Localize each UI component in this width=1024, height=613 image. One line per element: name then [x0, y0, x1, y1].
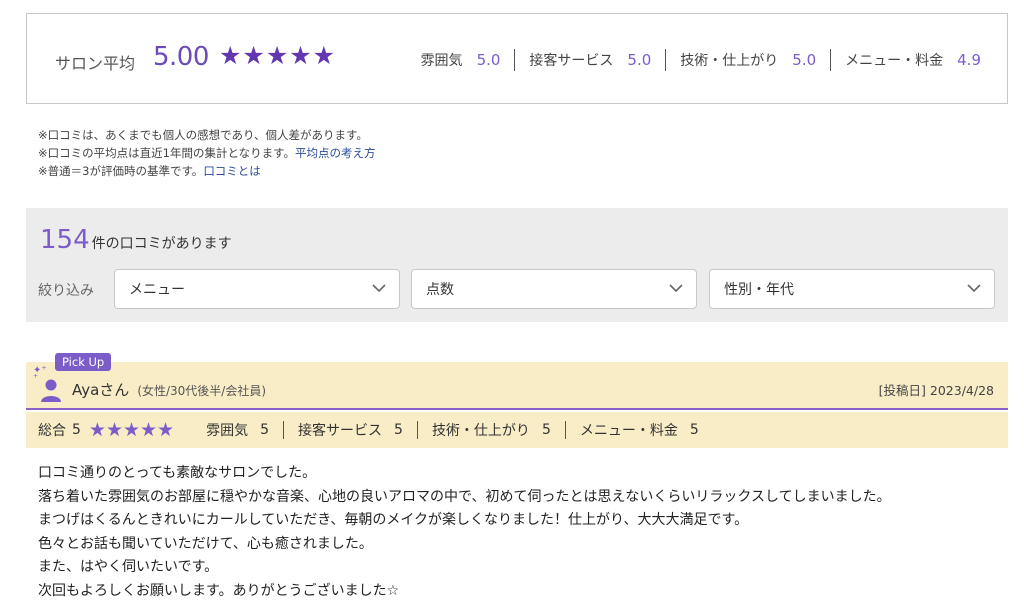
category-label: 接客サービス	[529, 53, 614, 69]
average-explanation-link[interactable]: 平均点の考え方	[295, 146, 376, 160]
category-technique: 技術・仕上がり 5.0	[680, 50, 816, 70]
select-value: メニュー	[129, 282, 185, 298]
rating-score: 5	[541, 422, 551, 438]
category-atmosphere: 雰囲気 5.0	[421, 50, 501, 70]
rating-score: 5	[394, 422, 403, 438]
divider	[283, 421, 285, 439]
menu-filter-select[interactable]: メニュー	[114, 269, 400, 309]
post-date: [投稿日] 2023/4/28	[878, 383, 994, 398]
rating-label: 接客サービス	[298, 423, 383, 439]
rating-score: 5	[689, 422, 699, 438]
score-filter-select[interactable]: 点数	[411, 269, 697, 309]
note-line-2: ※口コミの平均点は直近1年間の集計となります。平均点の考え方	[38, 144, 375, 162]
review-body: 口コミ通りのとっても素敵なサロンでした。 落ち着いた雰囲気のお部屋に穏やかな音楽…	[38, 462, 891, 603]
rating-label: 技術・仕上がり	[431, 423, 530, 439]
category-score: 4.9	[957, 51, 981, 69]
divider	[564, 421, 566, 439]
divider	[830, 49, 832, 71]
reviewer-name[interactable]: Ayaさん	[72, 381, 129, 399]
overall-stars: ★★★★★	[88, 419, 175, 441]
rating-technique: 技術・仕上がり 5	[432, 420, 551, 440]
gender-age-filter-select[interactable]: 性別・年代	[709, 269, 995, 309]
review-line: また、はやく伺いたいです。	[38, 559, 219, 575]
review-count-number: 154	[40, 225, 90, 255]
review-line: まつげはくるんときれいにカールしていただき、毎朝のメイクが楽しくなりました！仕上…	[38, 512, 749, 528]
user-avatar-icon	[41, 379, 61, 402]
review-line: 落ち着いた雰囲気のお部屋に穏やかな音楽、心地の良いアロマの中で、初めて伺ったとは…	[38, 488, 891, 505]
review-count-text: 件の口コミがあります	[91, 236, 232, 252]
review-filter-panel: 154 件の口コミがあります 絞り込み メニュー 点数 性別・年代	[26, 208, 1008, 322]
rating-label: メニュー・料金	[579, 423, 678, 439]
pickup-badge: Pick Up	[55, 353, 112, 371]
note-text: ※口コミの平均点は直近1年間の集計となります。	[38, 146, 295, 160]
salon-rating-summary: サロン平均 5.00 ★★★★★ 雰囲気 5.0 接客サービス 5.0 技術・仕…	[26, 13, 1008, 104]
category-service: 接客サービス 5.0	[529, 50, 651, 70]
select-value: 点数	[426, 282, 454, 298]
rating-label: 雰囲気	[206, 423, 249, 439]
select-value: 性別・年代	[724, 282, 794, 298]
average-label: サロン平均	[55, 54, 136, 73]
category-score: 5.0	[476, 51, 501, 69]
category-label: 技術・仕上がり	[680, 53, 779, 69]
filter-label: 絞り込み	[38, 283, 94, 299]
divider	[514, 49, 516, 71]
rating-score: 5	[260, 422, 270, 438]
chevron-down-icon	[372, 284, 386, 293]
chevron-down-icon	[967, 284, 981, 293]
rating-atmosphere: 雰囲気 5	[206, 420, 269, 440]
overall-score: 5	[72, 422, 81, 438]
reviewer-meta: (女性/30代後半/会社員)	[137, 384, 267, 398]
category-scores: 雰囲気 5.0 接客サービス 5.0 技術・仕上がり 5.0 メニュー・料金 4…	[421, 49, 981, 71]
divider	[416, 421, 418, 439]
review-notes: ※口コミは、あくまでも個人の感想であり、個人差があります。 ※口コミの平均点は直…	[38, 126, 375, 180]
category-score: 5.0	[792, 51, 817, 69]
review-count: 154 件の口コミがあります	[40, 225, 232, 255]
about-reviews-link[interactable]: 口コミとは	[203, 164, 261, 178]
note-line-3: ※普通＝3が評価時の基準です。口コミとは	[38, 162, 375, 180]
average-stars: ★★★★★	[219, 41, 337, 70]
review-ratings: 総合 5 ★★★★★ 雰囲気 5 接客サービス 5 技術・仕上がり 5 メニュー…	[26, 412, 1008, 448]
rating-service: 接客サービス 5	[298, 420, 403, 440]
category-menu-price: メニュー・料金 4.9	[845, 50, 981, 70]
category-label: 雰囲気	[420, 53, 463, 69]
review-line: 次回もよろしくお願いします。ありがとうございました☆	[38, 582, 400, 599]
overall-label: 総合	[38, 423, 66, 439]
category-score: 5.0	[627, 51, 652, 69]
note-line-1: ※口コミは、あくまでも個人の感想であり、個人差があります。	[38, 128, 368, 142]
average-score: 5.00	[153, 42, 209, 72]
reviewer-info: Ayaさん (女性/30代後半/会社員)	[72, 379, 266, 400]
note-text: ※普通＝3が評価時の基準です。	[38, 164, 204, 178]
rating-menu-price: メニュー・料金 5	[580, 420, 699, 440]
chevron-down-icon	[669, 284, 683, 293]
review-line: 色々とお話も聞いていただけて、心も癒されました。	[38, 535, 373, 552]
divider	[665, 49, 667, 71]
category-label: メニュー・料金	[845, 53, 944, 69]
review-line: 口コミ通りのとっても素敵なサロンでした。	[38, 465, 317, 481]
